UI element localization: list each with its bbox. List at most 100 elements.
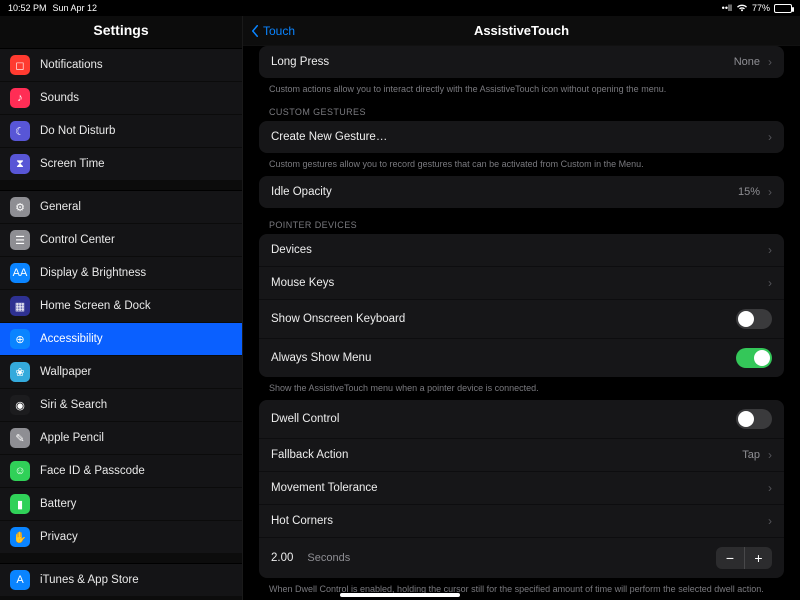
row-label: Long Press bbox=[271, 56, 726, 68]
row-hot-corners[interactable]: Hot Corners › bbox=[259, 505, 784, 538]
sidebar-item-itunes-app-store[interactable]: AiTunes & App Store bbox=[0, 564, 242, 596]
sidebar-item-label: Face ID & Passcode bbox=[40, 465, 232, 477]
sidebar-item-screen-time[interactable]: ⧗Screen Time bbox=[0, 148, 242, 180]
sidebar-item-privacy[interactable]: ✋Privacy bbox=[0, 521, 242, 553]
row-onscreen-keyboard: Show Onscreen Keyboard bbox=[259, 300, 784, 339]
pointer-footer: Show the AssistiveTouch menu when a poin… bbox=[259, 377, 784, 394]
battery-icon bbox=[774, 4, 792, 13]
siri-search-icon: ◉ bbox=[10, 395, 30, 415]
long-press-footer: Custom actions allow you to interact dir… bbox=[259, 78, 784, 95]
seconds-value: 2.00 bbox=[271, 552, 293, 564]
row-value: 15% bbox=[738, 186, 760, 198]
row-create-gesture[interactable]: Create New Gesture… › bbox=[259, 121, 784, 153]
section-header-pointer: POINTER DEVICES bbox=[259, 208, 784, 234]
battery-percent: 77% bbox=[752, 3, 770, 13]
sidebar-item-face-id-passcode[interactable]: ☺ Face ID & Passcode bbox=[0, 455, 242, 488]
row-dwell-control: Dwell Control bbox=[259, 400, 784, 439]
seconds-unit: Seconds bbox=[307, 552, 350, 564]
sidebar-item-label: Wallpaper bbox=[40, 366, 232, 378]
chevron-left-icon bbox=[249, 25, 261, 37]
sidebar-item-wallpaper[interactable]: ❀ Wallpaper bbox=[0, 356, 242, 389]
status-date: Sun Apr 12 bbox=[53, 3, 98, 13]
row-label: Mouse Keys bbox=[271, 277, 760, 289]
sidebar-item-label: Sounds bbox=[40, 92, 232, 104]
sidebar-item-do-not-disturb[interactable]: ☾Do Not Disturb bbox=[0, 115, 242, 148]
chevron-right-icon: › bbox=[768, 185, 772, 199]
notifications-icon: ◻︎ bbox=[10, 55, 30, 75]
screen-time-icon: ⧗ bbox=[10, 154, 30, 174]
wallpaper-icon: ❀ bbox=[10, 362, 30, 382]
status-bar: 10:52 PM Sun Apr 12 ••ll 77% bbox=[0, 0, 800, 16]
sidebar-item-label: Display & Brightness bbox=[40, 267, 232, 279]
sidebar-item-label: Accessibility bbox=[40, 333, 232, 345]
sidebar-item-notifications[interactable]: ◻︎ Notifications bbox=[0, 49, 242, 82]
chevron-right-icon: › bbox=[768, 243, 772, 257]
chevron-right-icon: › bbox=[768, 481, 772, 495]
sidebar-item-control-center[interactable]: ☰ Control Center bbox=[0, 224, 242, 257]
detail-pane: Touch AssistiveTouch Long Press None › C… bbox=[243, 16, 800, 600]
home-screen-dock-icon: ▦ bbox=[10, 296, 30, 316]
row-label: Fallback Action bbox=[271, 449, 734, 461]
section-header-custom-gestures: CUSTOM GESTURES bbox=[259, 95, 784, 121]
control-center-icon: ☰ bbox=[10, 230, 30, 250]
row-label: Dwell Control bbox=[271, 413, 728, 425]
sidebar-item-general[interactable]: ⚙General bbox=[0, 191, 242, 224]
face-id-passcode-icon: ☺ bbox=[10, 461, 30, 481]
row-label: Devices bbox=[271, 244, 760, 256]
row-label: Always Show Menu bbox=[271, 352, 728, 364]
back-label: Touch bbox=[263, 24, 295, 38]
dwell-footer: When Dwell Control is enabled, holding t… bbox=[259, 578, 784, 595]
sidebar-item-apple-pencil[interactable]: ✎Apple Pencil bbox=[0, 422, 242, 455]
toggle-onscreen-keyboard[interactable] bbox=[736, 309, 772, 329]
seconds-stepper: − + bbox=[716, 547, 772, 569]
row-label: Idle Opacity bbox=[271, 186, 730, 198]
sidebar-title: Settings bbox=[0, 16, 242, 48]
sidebar-item-battery[interactable]: ▮ Battery bbox=[0, 488, 242, 521]
row-value: Tap bbox=[742, 449, 760, 461]
chevron-right-icon: › bbox=[768, 55, 772, 69]
row-devices[interactable]: Devices › bbox=[259, 234, 784, 267]
row-mouse-keys[interactable]: Mouse Keys › bbox=[259, 267, 784, 300]
do-not-disturb-icon: ☾ bbox=[10, 121, 30, 141]
wifi-icon bbox=[736, 3, 748, 14]
home-indicator[interactable] bbox=[340, 593, 460, 597]
row-label: Create New Gesture… bbox=[271, 131, 760, 143]
row-label: Hot Corners bbox=[271, 515, 760, 527]
row-idle-opacity[interactable]: Idle Opacity 15% › bbox=[259, 176, 784, 208]
sidebar-item-sounds[interactable]: ♪ Sounds bbox=[0, 82, 242, 115]
back-button[interactable]: Touch bbox=[249, 24, 295, 38]
sidebar-item-label: Home Screen & Dock bbox=[40, 300, 232, 312]
sidebar-item-siri-search[interactable]: ◉ Siri & Search bbox=[0, 389, 242, 422]
chevron-right-icon: › bbox=[768, 130, 772, 144]
chevron-right-icon: › bbox=[768, 276, 772, 290]
status-time: 10:52 PM bbox=[8, 3, 47, 13]
detail-title: AssistiveTouch bbox=[243, 23, 800, 38]
sounds-icon: ♪ bbox=[10, 88, 30, 108]
sidebar-item-label: Control Center bbox=[40, 234, 232, 246]
long-press-section: Long Press None › bbox=[259, 46, 784, 78]
row-movement-tolerance[interactable]: Movement Tolerance › bbox=[259, 472, 784, 505]
sidebar-item-display-brightness[interactable]: AADisplay & Brightness bbox=[0, 257, 242, 290]
row-fallback-action[interactable]: Fallback Action Tap › bbox=[259, 439, 784, 472]
stepper-decrement[interactable]: − bbox=[716, 547, 744, 569]
chevron-right-icon: › bbox=[768, 514, 772, 528]
sidebar-item-label: Siri & Search bbox=[40, 399, 232, 411]
sidebar-item-accessibility[interactable]: ⊕ Accessibility bbox=[0, 323, 242, 356]
sidebar-item-home-screen-dock[interactable]: ▦ Home Screen & Dock bbox=[0, 290, 242, 323]
battery-icon: ▮ bbox=[10, 494, 30, 514]
accessibility-icon: ⊕ bbox=[10, 329, 30, 349]
row-dwell-seconds: 2.00 Seconds − + bbox=[259, 538, 784, 578]
row-always-show-menu: Always Show Menu bbox=[259, 339, 784, 377]
row-label: Show Onscreen Keyboard bbox=[271, 313, 728, 325]
toggle-dwell-control[interactable] bbox=[736, 409, 772, 429]
sidebar-item-label: iTunes & App Store bbox=[40, 574, 232, 586]
chevron-right-icon: › bbox=[768, 448, 772, 462]
row-long-press[interactable]: Long Press None › bbox=[259, 46, 784, 78]
apple-pencil-icon: ✎ bbox=[10, 428, 30, 448]
sidebar-item-label: Notifications bbox=[40, 59, 232, 71]
general-icon: ⚙ bbox=[10, 197, 30, 217]
stepper-increment[interactable]: + bbox=[744, 547, 772, 569]
toggle-always-show-menu[interactable] bbox=[736, 348, 772, 368]
itunes-app-store-icon: A bbox=[10, 570, 30, 590]
sidebar-item-label: Battery bbox=[40, 498, 232, 510]
